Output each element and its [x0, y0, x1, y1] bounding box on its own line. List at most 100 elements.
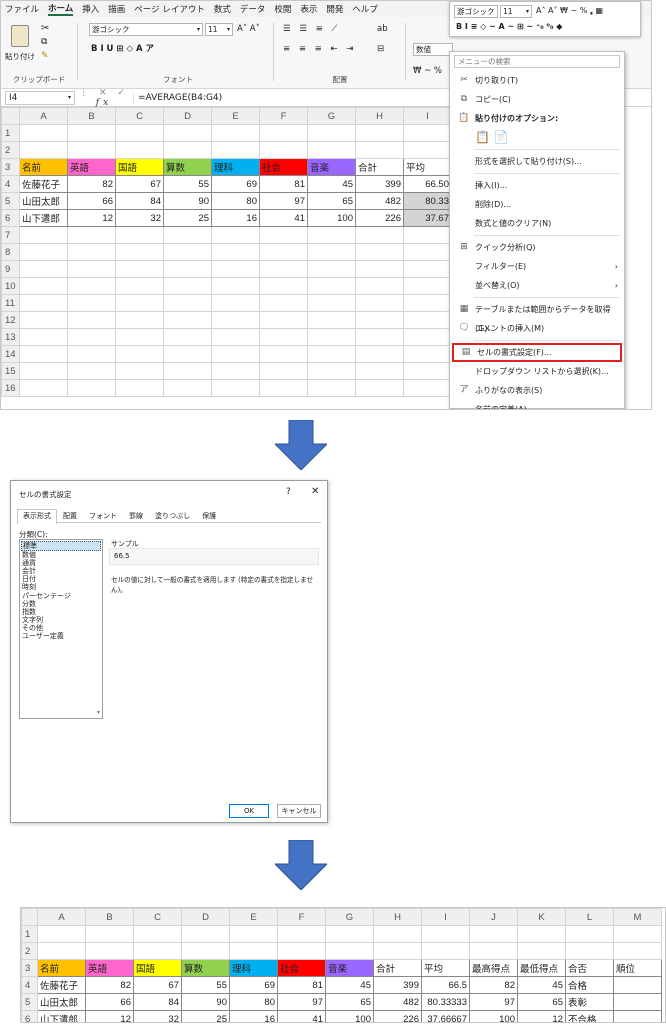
- empty-cell[interactable]: [181, 925, 230, 943]
- cut-icon[interactable]: ✂: [41, 23, 49, 34]
- column-header[interactable]: M: [613, 908, 662, 926]
- empty-cell[interactable]: [469, 925, 518, 943]
- column-header[interactable]: K: [517, 908, 566, 926]
- row-header[interactable]: 15: [1, 362, 20, 380]
- header-cell[interactable]: 最低得点: [517, 959, 566, 977]
- empty-cell[interactable]: [67, 328, 116, 346]
- empty-cell[interactable]: [307, 345, 356, 363]
- empty-cell[interactable]: [115, 294, 164, 312]
- header-cell[interactable]: 英語: [85, 959, 134, 977]
- context-menu-item[interactable]: 並べ替え(O) ›: [450, 276, 624, 295]
- column-header[interactable]: F: [259, 107, 308, 125]
- data-cell[interactable]: 合格: [565, 976, 614, 994]
- row-header[interactable]: 8: [1, 243, 20, 261]
- formula-bar-icons[interactable]: ⋮ ✕ ✓ fx: [75, 88, 133, 108]
- header-cell[interactable]: 社会: [259, 158, 308, 176]
- empty-cell[interactable]: [181, 942, 230, 960]
- empty-cell[interactable]: [37, 925, 86, 943]
- menu-item[interactable]: 数式: [214, 3, 231, 15]
- empty-cell[interactable]: [163, 362, 212, 380]
- data-cell[interactable]: 82: [469, 976, 518, 994]
- dialog-tab[interactable]: 表示形式: [17, 509, 57, 524]
- empty-cell[interactable]: [259, 294, 308, 312]
- empty-cell[interactable]: [67, 345, 116, 363]
- empty-cell[interactable]: [403, 328, 452, 346]
- empty-cell[interactable]: [163, 141, 212, 159]
- empty-cell[interactable]: [307, 243, 356, 261]
- row-header[interactable]: 10: [1, 277, 20, 295]
- data-cell[interactable]: 16: [229, 1010, 278, 1022]
- copy-icon[interactable]: ⧉: [41, 37, 47, 47]
- empty-cell[interactable]: [403, 277, 452, 295]
- empty-cell[interactable]: [211, 141, 260, 159]
- row-header[interactable]: 3: [21, 959, 38, 977]
- empty-cell[interactable]: [259, 345, 308, 363]
- empty-cell[interactable]: [211, 260, 260, 278]
- horizontal-align-icons[interactable]: ≡ ≡ ≡ ⇤ ⇥: [283, 43, 356, 55]
- empty-cell[interactable]: [403, 226, 452, 244]
- data-cell[interactable]: 80.33: [403, 192, 452, 210]
- data-cell[interactable]: 12: [517, 1010, 566, 1022]
- select-all-corner[interactable]: [21, 908, 38, 926]
- empty-cell[interactable]: [565, 925, 614, 943]
- empty-cell[interactable]: [19, 311, 68, 329]
- empty-cell[interactable]: [403, 379, 452, 397]
- data-cell[interactable]: 32: [115, 209, 164, 227]
- data-cell[interactable]: 55: [163, 175, 212, 193]
- header-cell[interactable]: 音楽: [307, 158, 356, 176]
- empty-cell[interactable]: [115, 362, 164, 380]
- close-icon[interactable]: ✕: [311, 486, 319, 497]
- data-cell[interactable]: 80.33333: [421, 993, 470, 1011]
- empty-cell[interactable]: [115, 260, 164, 278]
- data-cell[interactable]: 66.50: [403, 175, 452, 193]
- empty-cell[interactable]: [133, 925, 182, 943]
- empty-cell[interactable]: [307, 362, 356, 380]
- empty-cell[interactable]: [163, 260, 212, 278]
- empty-cell[interactable]: [355, 243, 404, 261]
- data-cell[interactable]: 97: [469, 993, 518, 1011]
- empty-cell[interactable]: [259, 311, 308, 329]
- data-cell[interactable]: 41: [259, 209, 308, 227]
- empty-cell[interactable]: [211, 124, 260, 142]
- empty-cell[interactable]: [67, 124, 116, 142]
- context-menu-item[interactable]: アふりがなの表示(S): [450, 381, 624, 400]
- context-menu-item[interactable]: ⧉ コピー(C): [450, 90, 624, 109]
- number-format-combo[interactable]: 数値: [413, 43, 453, 56]
- column-header[interactable]: G: [325, 908, 374, 926]
- data-cell[interactable]: 16: [211, 209, 260, 227]
- mini-toolbar-row1-buttons[interactable]: A˄ A˅ ₩ ~ % ❟ ▦: [536, 5, 603, 17]
- empty-cell[interactable]: [613, 942, 662, 960]
- category-item[interactable]: パーセンテージ: [21, 592, 101, 600]
- data-cell[interactable]: 37.67: [403, 209, 452, 227]
- data-cell[interactable]: 65: [307, 192, 356, 210]
- row-header[interactable]: 6: [1, 209, 20, 227]
- category-item[interactable]: 文字列: [21, 616, 101, 624]
- data-cell[interactable]: 41: [277, 1010, 326, 1022]
- data-cell[interactable]: 25: [163, 209, 212, 227]
- data-cell[interactable]: 65: [325, 993, 374, 1011]
- row-header[interactable]: 11: [1, 294, 20, 312]
- header-cell[interactable]: 最高得点: [469, 959, 518, 977]
- font-format-buttons[interactable]: B I U ⊞ ◇ A ア: [91, 43, 154, 55]
- data-cell[interactable]: 69: [229, 976, 278, 994]
- menu-item[interactable]: 挿入: [82, 3, 99, 15]
- menu-item[interactable]: ホーム: [48, 2, 74, 16]
- empty-cell[interactable]: [67, 277, 116, 295]
- empty-cell[interactable]: [613, 925, 662, 943]
- empty-cell[interactable]: [19, 260, 68, 278]
- data-cell[interactable]: 不合格: [565, 1010, 614, 1022]
- empty-cell[interactable]: [115, 124, 164, 142]
- data-cell[interactable]: 482: [355, 192, 404, 210]
- header-cell[interactable]: 国語: [133, 959, 182, 977]
- data-cell[interactable]: 100: [469, 1010, 518, 1022]
- header-cell[interactable]: 社会: [277, 959, 326, 977]
- empty-cell[interactable]: [67, 362, 116, 380]
- empty-cell[interactable]: [403, 141, 452, 159]
- context-menu-item[interactable]: 📋 貼り付けのオプション:: [450, 109, 624, 128]
- empty-cell[interactable]: [259, 328, 308, 346]
- empty-cell[interactable]: [307, 260, 356, 278]
- menu-item[interactable]: 校閲: [274, 3, 291, 15]
- empty-cell[interactable]: [67, 311, 116, 329]
- empty-cell[interactable]: [115, 328, 164, 346]
- data-cell[interactable]: 399: [373, 976, 422, 994]
